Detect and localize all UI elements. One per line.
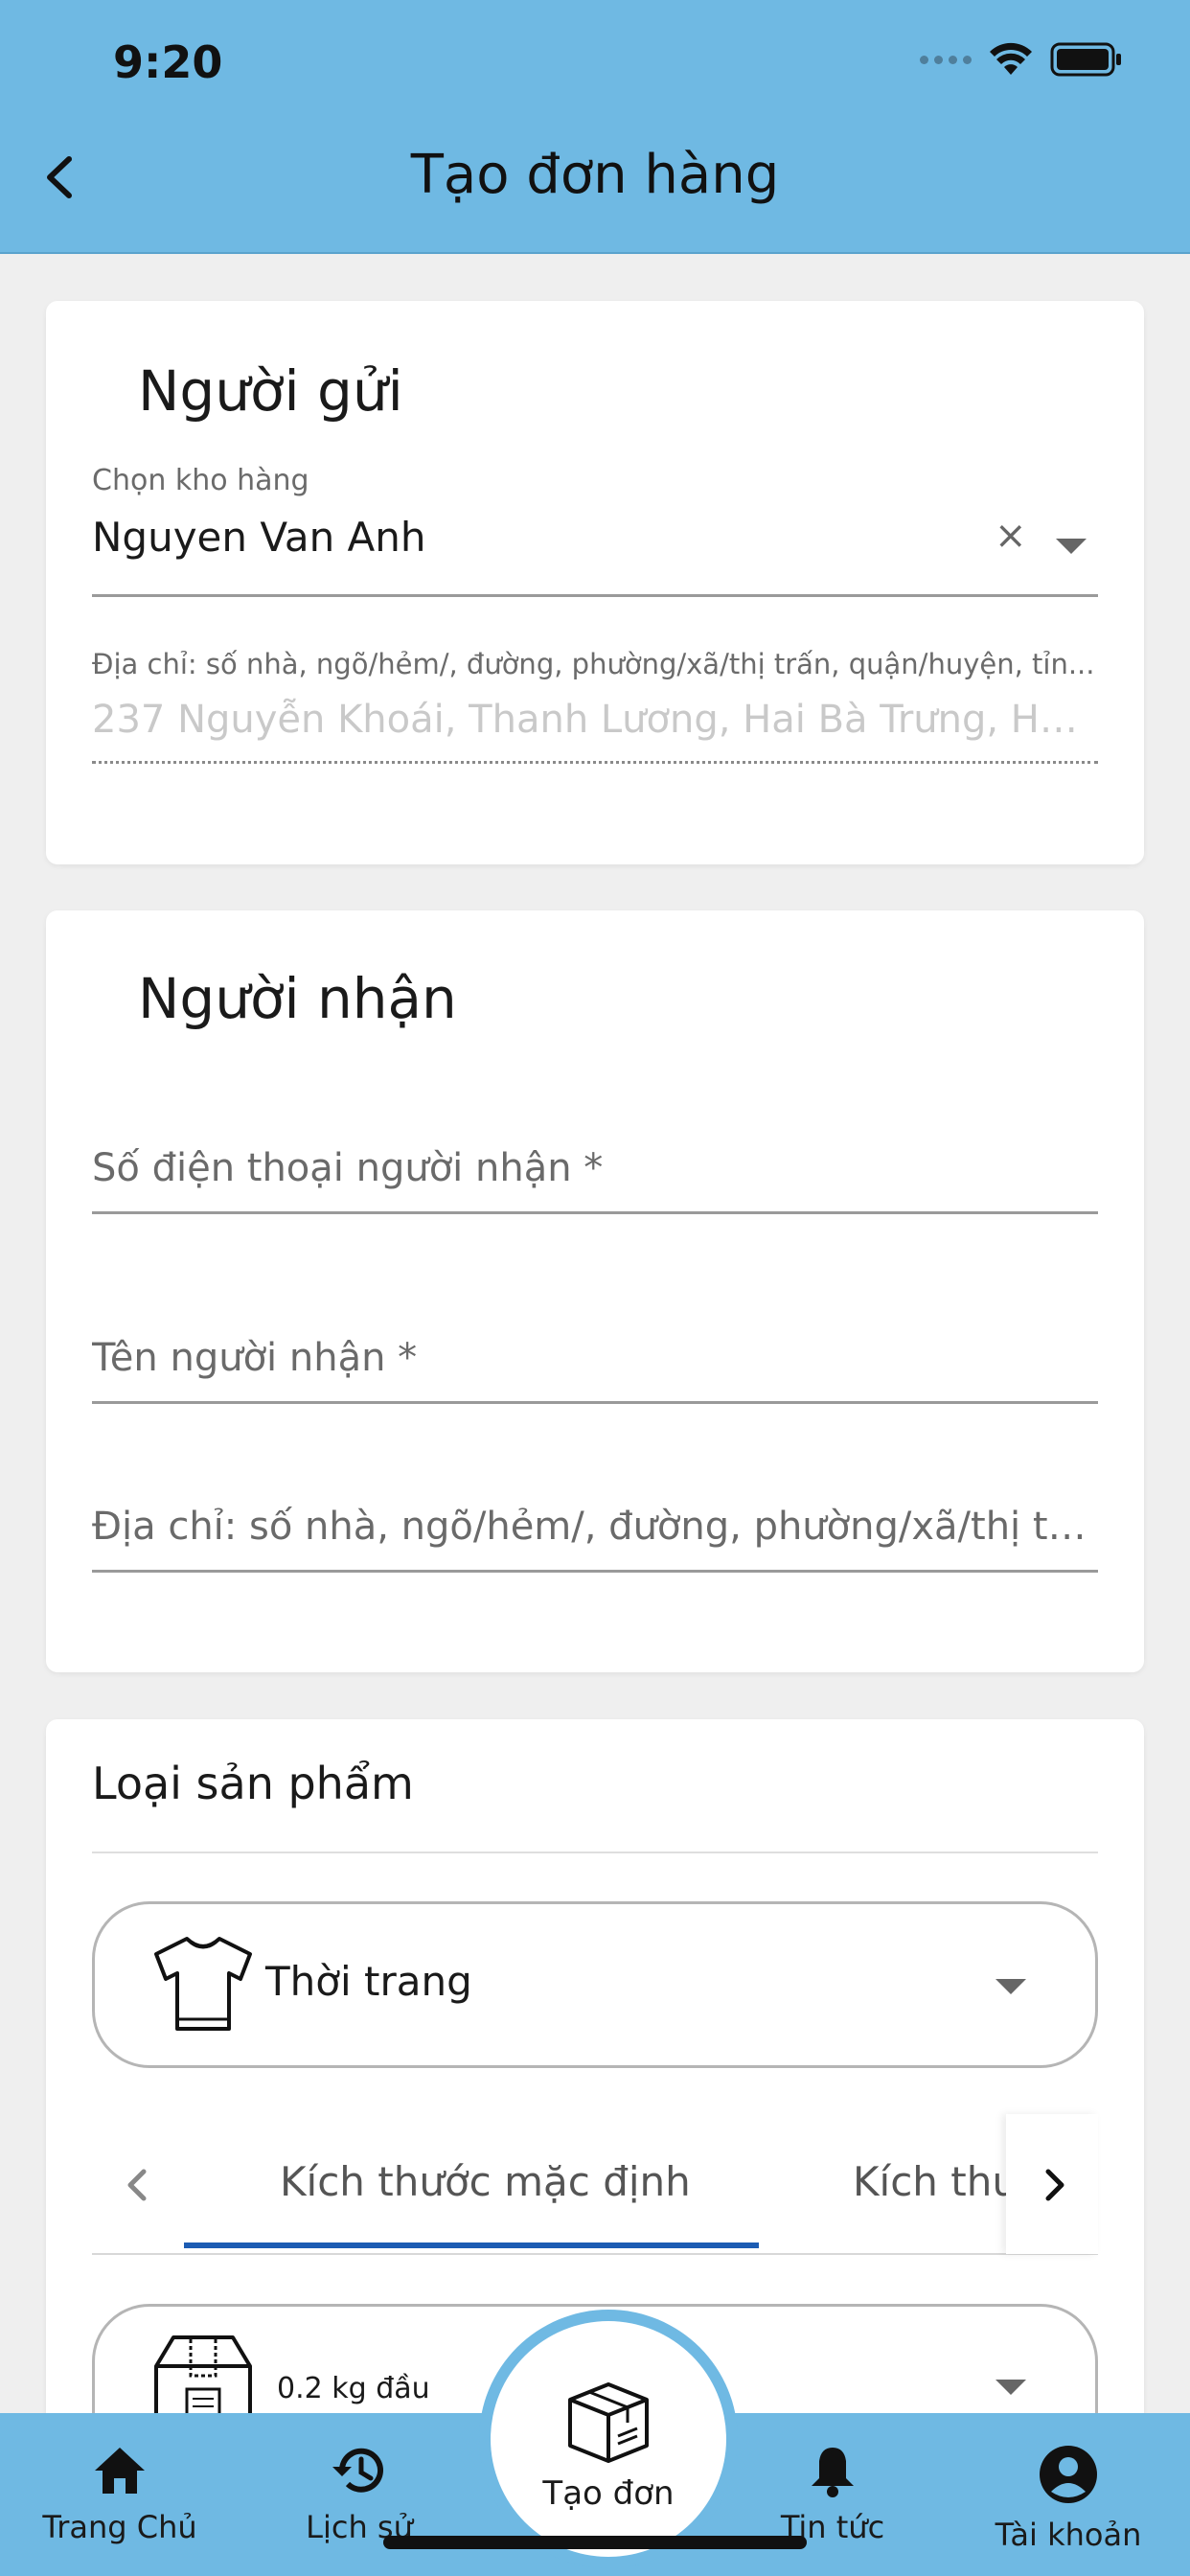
tab-prev-icon[interactable]: [123, 2166, 151, 2204]
tab-custom-size[interactable]: Kích thư: [853, 2158, 1006, 2205]
status-icons: [920, 42, 1123, 77]
tab-default-size[interactable]: Kích thước mặc định: [280, 2158, 691, 2205]
package-icon: [568, 2382, 649, 2463]
history-icon: [332, 2448, 383, 2493]
app-header: 9:20 Tạo đơn hàng: [0, 0, 1190, 254]
category-value: Thời trang: [265, 1958, 472, 2005]
account-icon: [1040, 2446, 1097, 2503]
receiver-name-underline: [92, 1401, 1098, 1404]
sender-title: Người gửi: [138, 358, 403, 424]
clear-icon[interactable]: ×: [995, 514, 1027, 558]
nav-home[interactable]: Trang Chủ: [29, 2444, 211, 2545]
tab-next-icon[interactable]: [1041, 2166, 1069, 2204]
warehouse-underline: [92, 594, 1098, 597]
battery-icon: [1050, 42, 1121, 77]
sender-address-field: 237 Nguyễn Khoái, Thanh Lương, Hai Bà Tr…: [92, 698, 1098, 742]
wifi-icon: [990, 42, 1032, 75]
receiver-phone-underline: [92, 1211, 1098, 1214]
nav-create-order-label: Tạo đơn: [542, 2474, 675, 2513]
receiver-address-input[interactable]: Địa chỉ: số nhà, ngõ/hẻm/, đường, phường…: [92, 1505, 1098, 1549]
shirt-icon: [154, 1937, 252, 2031]
sender-card: Người gửi Chọn kho hàng Nguyen Van Anh ×…: [46, 301, 1144, 864]
product-title: Loại sản phẩm: [92, 1758, 414, 1809]
package-caret-icon: [995, 2380, 1026, 2395]
status-time: 9:20: [113, 36, 223, 88]
category-caret-icon: [995, 1979, 1026, 1994]
bell-icon: [812, 2448, 854, 2497]
receiver-address-underline: [92, 1570, 1098, 1573]
signal-icon: [920, 55, 972, 64]
nav-history[interactable]: Lịch sử: [268, 2444, 450, 2545]
receiver-name-input[interactable]: Tên người nhận *: [92, 1336, 1098, 1380]
receiver-title: Người nhận: [138, 966, 457, 1031]
home-indicator: [383, 2536, 807, 2549]
category-select[interactable]: Thời trang: [92, 1901, 1098, 2068]
warehouse-select[interactable]: Nguyen Van Anh: [92, 514, 426, 561]
sender-address-label: Địa chỉ: số nhà, ngõ/hẻm/, đường, phường…: [92, 648, 1095, 680]
nav-news[interactable]: Tin tức: [742, 2444, 924, 2545]
sender-address-underline: [92, 761, 1098, 764]
nav-account-label: Tài khoản: [995, 2517, 1142, 2553]
receiver-card: Người nhận Số điện thoại người nhận * Tê…: [46, 910, 1144, 1672]
nav-home-label: Trang Chủ: [42, 2509, 197, 2545]
nav-account[interactable]: Tài khoản: [977, 2444, 1159, 2553]
tab-bar-line: [92, 2253, 1098, 2255]
home-icon: [95, 2448, 145, 2494]
tab-active-indicator: [184, 2242, 759, 2248]
receiver-phone-input[interactable]: Số điện thoại người nhận *: [92, 1146, 1098, 1190]
product-divider: [92, 1852, 1098, 1853]
page-title: Tạo đơn hàng: [410, 144, 780, 206]
warehouse-label: Chọn kho hàng: [92, 464, 309, 497]
weight-value: 0.2 kg đầu: [277, 2372, 430, 2405]
dropdown-caret-icon[interactable]: [1056, 539, 1087, 554]
